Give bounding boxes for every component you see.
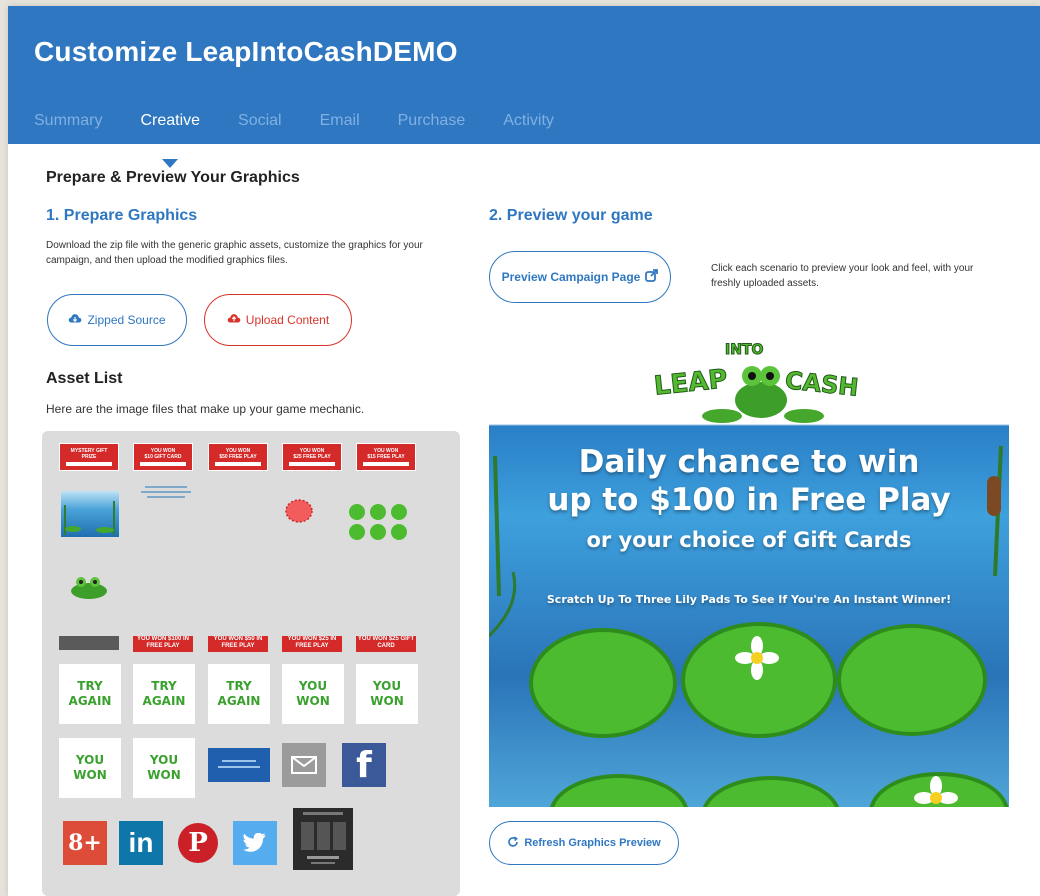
upload-content-button[interactable]: Upload Content xyxy=(204,294,352,346)
asset-blue-banner[interactable] xyxy=(208,748,270,782)
asset-ticket-15-play[interactable]: YOU WON $15 FREE PLAY xyxy=(356,443,416,471)
asset-card-try-again[interactable]: TRY AGAIN xyxy=(133,664,195,724)
asset-ticket-bar xyxy=(214,462,262,466)
cloud-upload-icon xyxy=(227,313,241,327)
asset-ticket-text: $15 FREE PLAY xyxy=(367,454,405,460)
asset-ticket-100-play[interactable]: YOU WON $100 IN FREE PLAY xyxy=(133,636,193,652)
asset-scratch-spot-shape xyxy=(285,499,313,523)
preview-instruction: Scratch Up To Three Lily Pads To See If … xyxy=(546,593,952,606)
envelope-glyph xyxy=(291,756,317,774)
asset-scratch-spot[interactable] xyxy=(283,497,315,525)
tab-email[interactable]: Email xyxy=(320,112,360,144)
asset-dark-thumb[interactable] xyxy=(293,808,353,870)
upload-content-label: Upload Content xyxy=(245,313,330,327)
asset-ticket-bar xyxy=(362,462,410,466)
preview-heading: 2. Preview your game xyxy=(489,207,653,224)
asset-lily-pads xyxy=(349,504,407,540)
envelope-icon[interactable] xyxy=(282,743,326,787)
preview-headline-3: or your choice of Gift Cards xyxy=(586,528,912,552)
asset-list-panel: MYSTERY GIFT PRIZE YOU WON $10 GIFT CARD… xyxy=(42,431,460,896)
asset-small-text[interactable] xyxy=(212,507,262,515)
preview-hint: Click each scenario to preview your look… xyxy=(711,263,974,289)
asset-ticket-25-gift[interactable]: YOU WON $25 GIFT CARD xyxy=(356,636,416,652)
game-preview[interactable]: INTO LEAP CASH Daily chance to win up to… xyxy=(489,336,1009,807)
asset-ticket-mystery[interactable]: MYSTERY GIFT PRIZE xyxy=(59,443,119,471)
asset-ticket-text: $25 FREE PLAY xyxy=(293,454,331,460)
section-title: Prepare & Preview Your Graphics xyxy=(46,169,300,186)
asset-dark-thumb-content xyxy=(301,812,346,864)
asset-ticket-text: $50 FREE PLAY xyxy=(219,454,257,460)
asset-ticket-bar xyxy=(288,462,336,466)
refresh-icon xyxy=(507,835,519,851)
asset-ticket-50-play-b[interactable]: YOU WON $50 IN FREE PLAY xyxy=(208,636,268,652)
linkedin-icon[interactable]: in xyxy=(119,821,163,865)
lily-pad-left[interactable] xyxy=(529,628,677,738)
asset-frog[interactable] xyxy=(67,573,113,603)
preview-campaign-label: Preview Campaign Page xyxy=(501,270,641,284)
tab-activity[interactable]: Activity xyxy=(503,112,554,144)
asset-text-lines xyxy=(141,486,191,498)
app-window: Customize LeapIntoCashDEMO Summary Creat… xyxy=(8,6,1040,896)
tab-purchase[interactable]: Purchase xyxy=(398,112,466,144)
water-lily-flower-icon xyxy=(735,636,779,680)
preview-headline-1: Daily chance to win xyxy=(578,444,920,480)
asset-ticket-bar xyxy=(139,462,187,466)
pinterest-icon[interactable]: P xyxy=(176,821,220,865)
zipped-source-button[interactable]: Zipped Source xyxy=(47,294,187,346)
asset-list-description: Here are the image files that make up yo… xyxy=(46,402,365,416)
asset-card-you-won[interactable]: YOU WON xyxy=(133,738,195,798)
facebook-icon[interactable]: f xyxy=(342,743,386,787)
prepare-description: Download the zip file with the generic g… xyxy=(46,240,423,266)
asset-text-strip[interactable] xyxy=(137,483,195,505)
asset-small-text-lines xyxy=(212,512,262,515)
twitter-bird-glyph xyxy=(243,833,266,852)
prepare-heading: 1. Prepare Graphics xyxy=(46,207,198,224)
asset-card-you-won[interactable]: YOU WON xyxy=(59,738,121,798)
tab-creative[interactable]: Creative xyxy=(140,112,200,168)
preview-campaign-button[interactable]: Preview Campaign Page xyxy=(489,251,671,303)
asset-card-try-again[interactable]: TRY AGAIN xyxy=(59,664,121,724)
asset-ticket-50-play[interactable]: YOU WON $50 FREE PLAY xyxy=(208,443,268,471)
twitter-icon[interactable] xyxy=(233,821,277,865)
tab-bar: Summary Creative Social Email Purchase A… xyxy=(34,112,592,168)
asset-ticket-25-play[interactable]: YOU WON $25 FREE PLAY xyxy=(282,443,342,471)
external-link-icon xyxy=(645,269,659,285)
asset-ticket-25-play-b[interactable]: YOU WON $25 IN FREE PLAY xyxy=(282,636,342,652)
tab-summary[interactable]: Summary xyxy=(34,112,102,144)
refresh-graphics-button[interactable]: Refresh Graphics Preview xyxy=(489,821,679,865)
refresh-graphics-label: Refresh Graphics Preview xyxy=(524,837,661,849)
frog-icon xyxy=(71,577,107,599)
asset-background-thumb[interactable] xyxy=(61,491,119,537)
tab-social[interactable]: Social xyxy=(238,112,282,144)
pinterest-circle: P xyxy=(178,823,218,863)
lily-pad-right[interactable] xyxy=(837,624,987,736)
page-header: Customize LeapIntoCashDEMO Summary Creat… xyxy=(8,6,1040,168)
asset-card-try-again[interactable]: TRY AGAIN xyxy=(208,664,270,724)
asset-list-heading: Asset List xyxy=(46,370,123,387)
zipped-source-label: Zipped Source xyxy=(87,313,166,327)
asset-lily-pad-set[interactable] xyxy=(345,501,411,543)
page-title: Customize LeapIntoCashDEMO xyxy=(34,36,458,67)
asset-ticket-bar xyxy=(65,462,113,466)
asset-ticket-10-gift[interactable]: YOU WON $10 GIFT CARD xyxy=(133,443,193,471)
asset-card-you-won[interactable]: YOU WON xyxy=(356,664,418,724)
asset-card-you-won[interactable]: YOU WON xyxy=(282,664,344,724)
asset-background-reeds xyxy=(64,501,115,535)
cloud-download-icon xyxy=(68,313,82,327)
asset-grey-banner[interactable] xyxy=(59,636,119,650)
water-lily-flower-icon xyxy=(914,776,958,804)
asset-ticket-text: PRIZE xyxy=(81,454,97,460)
preview-headline-2: up to $100 in Free Play xyxy=(547,482,951,518)
asset-ticket-text: $10 GIFT CARD xyxy=(144,454,182,460)
asset-blue-banner-lines xyxy=(218,760,260,768)
google-plus-icon[interactable]: 8+ xyxy=(63,821,107,865)
